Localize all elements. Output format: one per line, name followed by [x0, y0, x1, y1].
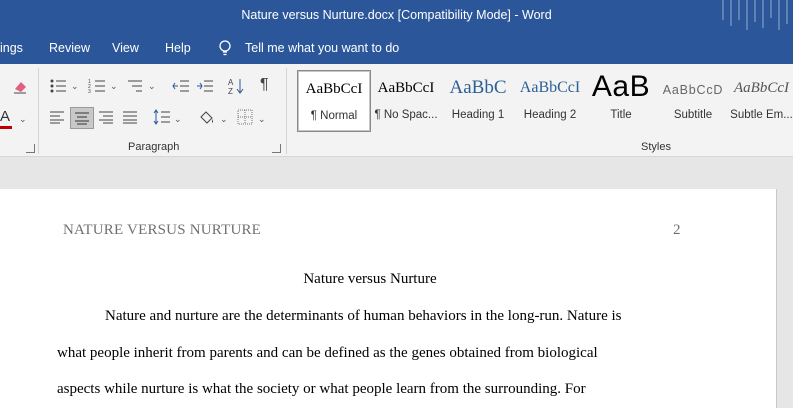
- style-sample: AaBbCcI: [734, 80, 789, 96]
- document-background: [0, 157, 793, 189]
- titlebar-decoration: [722, 0, 788, 30]
- style-label: ¶ Normal: [310, 110, 358, 122]
- line-spacing-icon[interactable]: [153, 109, 171, 128]
- tab-mailings[interactable]: ings: [0, 41, 23, 55]
- lightbulb-icon: [218, 40, 232, 59]
- numbering-icon[interactable]: 123: [88, 78, 106, 97]
- align-left-icon[interactable]: [49, 110, 65, 127]
- style-sample: AaBbCcI: [305, 81, 363, 97]
- svg-text:A: A: [228, 78, 234, 87]
- style-heading-1[interactable]: AaBbC Heading 1: [443, 70, 513, 130]
- justify-icon[interactable]: [122, 110, 138, 127]
- paragraph-line: aspects while nurture is what the societ…: [57, 381, 586, 397]
- running-head: NATURE VERSUS NURTURE: [63, 222, 262, 238]
- style-heading-2[interactable]: AaBbCcI Heading 2: [515, 70, 585, 130]
- borders-icon[interactable]: [237, 109, 253, 128]
- font-dialog-launcher[interactable]: [26, 144, 35, 153]
- window-title: Nature versus Nurture.docx [Compatibilit…: [241, 8, 552, 22]
- svg-text:Z: Z: [228, 87, 233, 95]
- style-sample: AaB: [591, 70, 651, 103]
- style-sample: AaBbCcI: [519, 79, 581, 96]
- align-right-icon[interactable]: [98, 110, 114, 127]
- chevron-down-icon[interactable]: ⌄: [174, 111, 182, 127]
- chevron-down-icon[interactable]: ⌄: [220, 111, 228, 127]
- document-margin: [777, 189, 793, 408]
- ribbon-tabs: ings Review View Help Tell me what you w…: [0, 34, 793, 64]
- chevron-down-icon[interactable]: ⌄: [148, 78, 156, 94]
- paragraph-group-label: Paragraph: [128, 141, 180, 153]
- style-label: Heading 2: [523, 109, 577, 121]
- chevron-down-icon[interactable]: ⌄: [110, 78, 118, 94]
- page-number: 2: [673, 222, 681, 238]
- svg-text:3: 3: [88, 89, 91, 94]
- style-subtitle[interactable]: AaBbCcD Subtitle: [658, 70, 728, 130]
- style-subtle-emphasis[interactable]: AaBbCcI Subtle Em...: [730, 70, 793, 130]
- style-sample: AaBbCcI: [377, 80, 435, 96]
- decrease-indent-icon[interactable]: [172, 78, 190, 97]
- paragraph-dialog-launcher[interactable]: [272, 144, 281, 153]
- show-formatting-icon[interactable]: ¶: [260, 77, 269, 93]
- style-no-spacing[interactable]: AaBbCcI ¶ No Spac...: [371, 70, 441, 130]
- separator: [286, 68, 287, 154]
- styles-group-label: Styles: [641, 141, 671, 153]
- chevron-down-icon[interactable]: ⌄: [19, 111, 27, 127]
- document-page[interactable]: NATURE VERSUS NURTURE 2 Nature versus Nu…: [0, 189, 777, 408]
- paragraph-line: Nature and nurture are the determinants …: [105, 308, 622, 324]
- document-title: Nature versus Nurture: [303, 271, 437, 287]
- title-bar: Nature versus Nurture.docx [Compatibilit…: [0, 0, 793, 34]
- style-label: Subtitle: [673, 109, 713, 121]
- align-center-icon[interactable]: [70, 107, 94, 129]
- tell-me-search[interactable]: Tell me what you want to do: [245, 41, 399, 55]
- increase-indent-icon[interactable]: [196, 78, 214, 97]
- style-sample: AaBbCcD: [662, 83, 724, 97]
- style-label: ¶ No Spac...: [374, 109, 438, 121]
- ribbon: A ⌄ ⌄ 123 ⌄ ⌄ AZ ¶ ⌄ ⌄ ⌄ Paragraph AaBbC…: [0, 64, 793, 157]
- font-color-button[interactable]: A: [0, 108, 12, 129]
- separator: [38, 68, 39, 154]
- tab-review[interactable]: Review: [49, 41, 90, 55]
- multilevel-list-icon[interactable]: [126, 78, 144, 97]
- sort-icon[interactable]: AZ: [228, 77, 246, 100]
- shading-icon[interactable]: [198, 109, 216, 128]
- eraser-icon[interactable]: [12, 78, 28, 97]
- style-label: Heading 1: [451, 109, 505, 121]
- tab-help[interactable]: Help: [165, 41, 191, 55]
- style-normal[interactable]: AaBbCcI ¶ Normal: [297, 70, 371, 132]
- style-title[interactable]: AaB Title: [587, 70, 655, 130]
- chevron-down-icon[interactable]: ⌄: [71, 78, 79, 94]
- style-sample: AaBbC: [449, 77, 507, 98]
- bullets-icon[interactable]: [49, 78, 67, 97]
- tab-view[interactable]: View: [112, 41, 139, 55]
- chevron-down-icon[interactable]: ⌄: [258, 111, 266, 127]
- style-label: Subtle Em...: [730, 109, 793, 121]
- style-label: Title: [610, 109, 632, 121]
- paragraph-line: what people inherit from parents and can…: [57, 345, 598, 361]
